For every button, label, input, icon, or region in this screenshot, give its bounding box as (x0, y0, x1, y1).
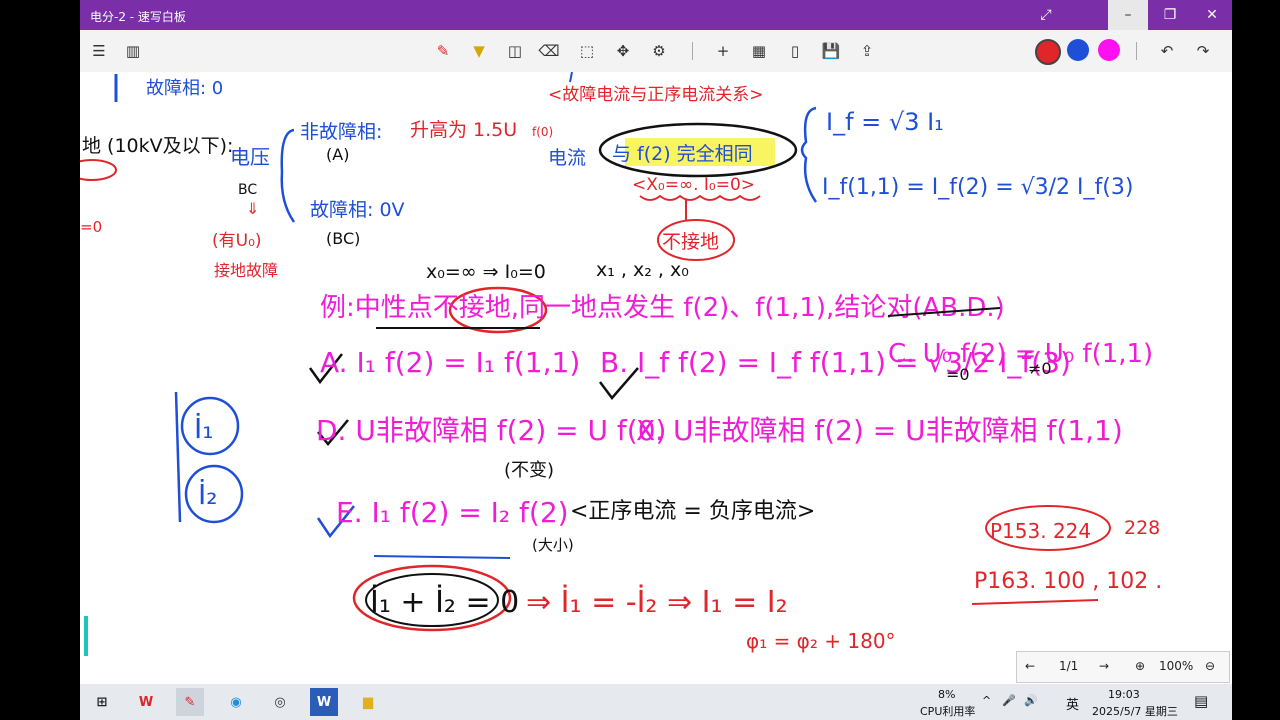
note-ground-fault: 接地故障 (214, 261, 278, 280)
note-ref1: P153. 224 (990, 519, 1091, 543)
color-red[interactable] (1035, 39, 1061, 65)
explorer-icon[interactable]: ▆ (354, 688, 382, 716)
note-eq2: I_f(1,1) = I_f(2) = √3/2 I_f(3) (822, 175, 1133, 200)
note-nonfault: 非故障相: (300, 121, 382, 143)
fullscreen-icon[interactable]: ⤢ (1026, 0, 1066, 30)
note-bc: BC (238, 182, 257, 198)
book-icon[interactable]: ▥ (120, 38, 146, 64)
volume-icon[interactable]: 🔊 (1024, 694, 1038, 707)
cpu-percent: 8% (938, 688, 956, 701)
option-a: A. I₁ f(2) = I₁ f(1,1) (320, 346, 580, 379)
whiteboard-canvas[interactable]: 故障相: 0 地 (10kV及以下): =0 电压 BC ⇓ 非故障相: (A)… (80, 72, 1232, 684)
option-c: C. U₀ f(2) = U₀ f(1,1) (888, 339, 1153, 369)
highlighter-icon[interactable]: ▼ (466, 38, 492, 64)
option-c-ne0: ≠0 (1028, 359, 1052, 378)
option-e-note: <正序电流 = 负序电流> (570, 499, 815, 524)
minimize-button[interactable]: – (1108, 0, 1148, 30)
move-icon[interactable]: ✥ (610, 38, 636, 64)
option-e-paren: (大小) (532, 536, 574, 554)
menu-icon[interactable]: ☰ (86, 38, 112, 64)
zoom-in-icon[interactable]: ⊕ (1135, 659, 1145, 673)
svg-text:=0: =0 (80, 218, 102, 236)
next-page-icon[interactable]: → (1099, 659, 1109, 673)
note-left-fragment: 地 (10kV及以下): (82, 135, 233, 157)
note-fault-top: 故障相: 0 (146, 78, 223, 99)
option-e: E. I₁ f(2) = I₂ f(2) (336, 496, 569, 529)
ink-layer: 故障相: 0 地 (10kV及以下): =0 电压 BC ⇓ 非故障相: (A)… (80, 72, 1162, 653)
word-icon[interactable]: W (310, 688, 338, 716)
note-red-heading: <故障电流与正序电流关系> (548, 85, 764, 105)
option-c-eq0: =0 (946, 365, 970, 384)
note-fault-bc: (BC) (326, 229, 360, 248)
note-voltage: 电压 (230, 145, 270, 169)
export-icon[interactable]: ⇪ (854, 38, 880, 64)
page-icon[interactable]: ▯ (782, 38, 808, 64)
ime-indicator[interactable]: 英 (1066, 694, 1079, 713)
page-navigator: ← 1/1 → ⊕ 100% ⊖ (1016, 651, 1230, 683)
window-title: 电分-2 - 速写白板 (90, 10, 186, 24)
notification-icon[interactable]: ▤ (1194, 692, 1208, 710)
title-bar: 电分-2 - 速写白板 ⤢ – ❐ ✕ (80, 0, 1232, 30)
note-i2: İ₂ (198, 478, 217, 511)
whiteboard-icon[interactable]: ✎ (176, 688, 204, 716)
cpu-label: CPU利用率 (920, 705, 976, 718)
note-rise-sub: f(0) (532, 125, 553, 139)
note-nonfault-a: (A) (326, 145, 349, 164)
option-d-note: (不变) (504, 460, 554, 481)
undo-icon[interactable]: ↶ (1154, 38, 1180, 64)
note-i1: İ₁ (194, 412, 213, 445)
screen: 电分-2 - 速写白板 ⤢ – ❐ ✕ ☰ ▥ ✎ ▼ ◫ ⌫ ⬚ ✥ ⚙ + … (0, 0, 1280, 720)
lasso-icon[interactable]: ⬚ (574, 38, 600, 64)
shape-icon[interactable]: ◫ (502, 38, 528, 64)
note-bottom-eq: ⇒ İ₁ = -İ₂ ⇒ I₁ = I₂ (526, 584, 788, 620)
toolbar: ☰ ▥ ✎ ▼ ◫ ⌫ ⬚ ✥ ⚙ + ▦ ▯ 💾 ⇪ ↶ ↷ (80, 30, 1232, 73)
save-icon[interactable]: 💾 (818, 38, 844, 64)
note-ref1b: 228 (1124, 517, 1160, 539)
restore-button[interactable]: ❐ (1150, 0, 1190, 30)
separator (692, 42, 693, 60)
note-rise: 升高为 1.5U (410, 119, 517, 141)
note-fault-phase: 故障相: 0V (310, 199, 405, 221)
wps-icon[interactable]: W (132, 688, 160, 716)
windows-icon[interactable]: ⊞ (88, 688, 116, 716)
close-button[interactable]: ✕ (1192, 0, 1232, 30)
separator (1136, 42, 1137, 60)
grid-icon[interactable]: ▦ (746, 38, 772, 64)
zoom-out-icon[interactable]: ⊖ (1205, 659, 1215, 673)
note-x0: x₀=∞ ⇒ I₀=0 (426, 261, 546, 283)
redo-icon[interactable]: ↷ (1190, 38, 1216, 64)
page-number: 1/1 (1059, 659, 1079, 673)
mic-icon[interactable]: 🎤 (1002, 694, 1016, 707)
settings-icon[interactable]: ⚙ (646, 38, 672, 64)
option-d: D. U非故障相 f(2) = U f(0) (316, 414, 666, 447)
note-has-u0: (有U₀) (212, 231, 262, 251)
edge-icon[interactable]: ◉ (222, 688, 250, 716)
note-bottom-box: İ₁ + İ₂ = 0 (370, 584, 519, 620)
note-same-as: 与 f(2) 完全相同 (612, 143, 753, 165)
svg-text:⇓: ⇓ (246, 199, 259, 218)
option-x: X. U非故障相 f(2) = U非故障相 f(1,1) (636, 414, 1123, 447)
chevron-up-icon[interactable]: ^ (982, 694, 991, 707)
add-icon[interactable]: + (710, 38, 736, 64)
color-blue[interactable] (1067, 39, 1089, 61)
note-x-list: x₁ , x₂ , x₀ (596, 259, 689, 281)
note-condition: <X₀=∞. I₀=0> (632, 175, 755, 195)
edge-indicator (84, 616, 88, 656)
zoom-level: 100% (1159, 659, 1194, 673)
clock-time: 19:03 (1108, 688, 1140, 701)
eraser-icon[interactable]: ⌫ (536, 38, 562, 64)
note-example: 例:中性点不接地,同一地点发生 f(2)、f(1,1),结论对(AB.D.) (320, 293, 1005, 323)
note-current: 电流 (548, 147, 586, 169)
clock-date: 2025/5/7 星期三 (1092, 705, 1178, 718)
note-ref2: P163. 100 , 102 . (974, 569, 1162, 594)
note-not-grounded: 不接地 (662, 231, 719, 253)
color-magenta[interactable] (1098, 39, 1120, 61)
prev-page-icon[interactable]: ← (1025, 659, 1035, 673)
pen-icon[interactable]: ✎ (430, 38, 456, 64)
obs-icon[interactable]: ◎ (266, 688, 294, 716)
note-phase-eq: φ₁ = φ₂ + 180° (746, 629, 896, 653)
taskbar: ⊞ W ✎ ◉ ◎ W ▆ 8% CPU利用率 ^ 🎤 🔊 英 19:03 20… (80, 684, 1232, 720)
note-eq1: I_f = √3 I₁ (826, 108, 944, 136)
